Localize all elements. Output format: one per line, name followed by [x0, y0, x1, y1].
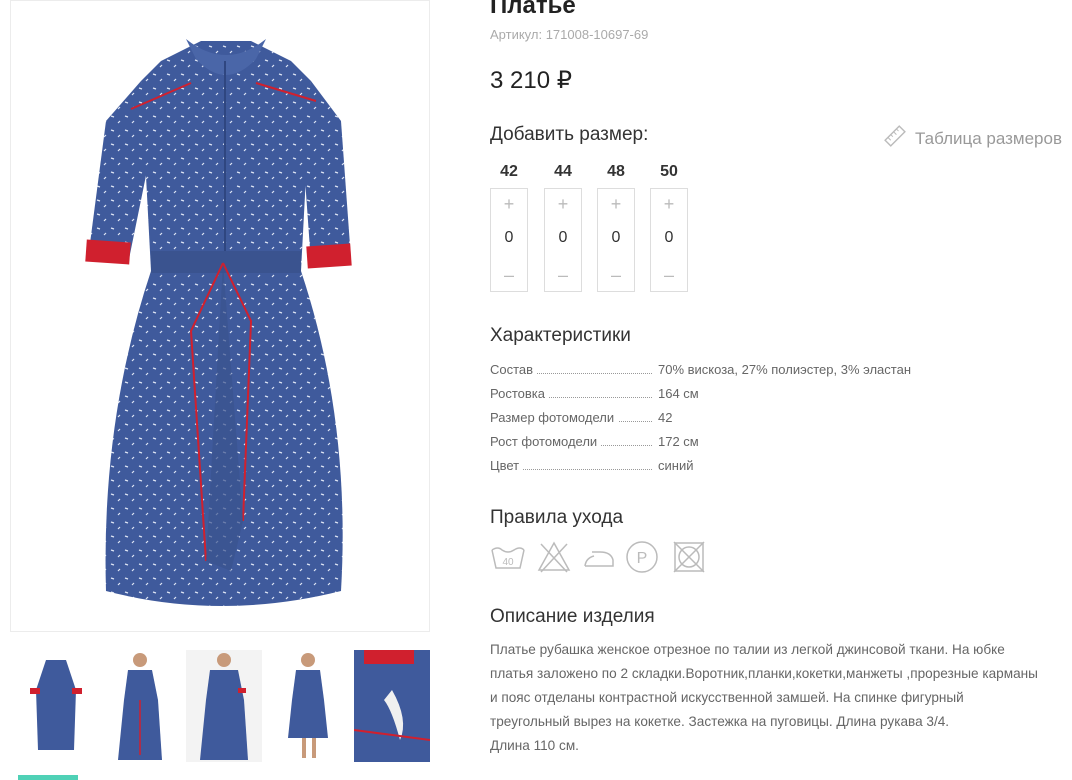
- characteristic-row: Рост фотомодели 172 см: [490, 430, 990, 454]
- size-label: 44: [554, 163, 572, 180]
- thumbnail-2[interactable]: [102, 650, 178, 762]
- decrement-button[interactable]: –: [545, 263, 581, 287]
- size-column-44: 44 + 0 –: [544, 160, 582, 292]
- size-column-48: 48 + 0 –: [597, 160, 635, 292]
- characteristic-row: Ростовка 164 см: [490, 382, 990, 406]
- size-label: 48: [607, 163, 625, 180]
- thumbnail-1[interactable]: [18, 650, 94, 762]
- product-price: 3 210 ₽: [490, 67, 572, 94]
- characteristics-heading: Характеристики: [490, 325, 631, 346]
- description-line: Длина 110 см.: [490, 738, 579, 753]
- decrement-button[interactable]: –: [491, 263, 527, 287]
- characteristic-name: Состав: [490, 358, 538, 382]
- characteristic-row: Состав 70% вискоза, 27% полиэстер, 3% эл…: [490, 358, 990, 382]
- quantity-value[interactable]: 0: [545, 229, 581, 247]
- wash-temperature: 40: [502, 557, 514, 568]
- product-title: Платье: [490, 0, 576, 19]
- description-line: и пояс отделаны контрастной искусственно…: [490, 690, 964, 705]
- product-description: Платье рубашка женское отрезное по талии…: [490, 638, 1070, 758]
- characteristic-name: Размер фотомодели: [490, 406, 619, 430]
- decrement-button[interactable]: –: [598, 263, 634, 287]
- quantity-stepper: + 0 –: [544, 188, 582, 292]
- size-label: 50: [660, 163, 678, 180]
- product-sku: Артикул: 171008-10697-69: [490, 27, 649, 42]
- description-line: Платье рубашка женское отрезное по талии…: [490, 642, 1005, 657]
- description-line: платья заложено по 2 складки.Воротник,пл…: [490, 666, 1038, 681]
- quantity-stepper: + 0 –: [650, 188, 688, 292]
- size-column-50: 50 + 0 –: [650, 160, 688, 292]
- characteristic-name: Цвет: [490, 454, 524, 478]
- quantity-stepper: + 0 –: [597, 188, 635, 292]
- thumbnail-strip: [18, 650, 438, 780]
- size-table-link[interactable]: Таблица размеров: [883, 124, 1062, 153]
- characteristic-value: синий: [658, 454, 694, 478]
- iron-icon: [582, 540, 616, 574]
- quantity-value[interactable]: 0: [598, 229, 634, 247]
- size-label: 42: [500, 163, 518, 180]
- characteristic-row: Размер фотомодели 42: [490, 406, 990, 430]
- quantity-value[interactable]: 0: [491, 229, 527, 247]
- characteristic-value: 42: [658, 406, 673, 430]
- dry-clean-p-icon: P: [625, 540, 659, 574]
- decrement-button[interactable]: –: [651, 263, 687, 287]
- quantity-stepper: + 0 –: [490, 188, 528, 292]
- thumbnail-5[interactable]: [354, 650, 430, 762]
- care-icons: 40 P: [490, 540, 730, 576]
- size-column-42: 42 + 0 –: [490, 160, 528, 292]
- thumbnail-4[interactable]: [270, 650, 346, 762]
- no-tumble-dry-icon: [672, 540, 706, 574]
- characteristics-list: Состав 70% вискоза, 27% полиэстер, 3% эл…: [490, 358, 990, 478]
- dry-clean-letter: P: [637, 550, 648, 567]
- ruler-icon: [883, 124, 907, 153]
- care-heading: Правила ухода: [490, 507, 624, 528]
- description-heading: Описание изделия: [490, 606, 655, 627]
- wash-40-icon: 40: [490, 540, 525, 574]
- description-line: треугольный вырез на кокетке. Застежка н…: [490, 714, 950, 729]
- characteristic-value: 164 см: [658, 382, 699, 406]
- characteristic-name: Ростовка: [490, 382, 549, 406]
- thumbnail-3[interactable]: [186, 650, 262, 762]
- characteristic-value: 172 см: [658, 430, 699, 454]
- quantity-value[interactable]: 0: [651, 229, 687, 247]
- size-selector: 42 + 0 – 44 + 0 – 48 + 0 – 50 + 0 –: [490, 160, 750, 300]
- increment-button[interactable]: +: [491, 192, 527, 216]
- characteristic-name: Рост фотомодели: [490, 430, 602, 454]
- main-product-image[interactable]: [10, 0, 430, 632]
- increment-button[interactable]: +: [651, 192, 687, 216]
- characteristic-row: Цвет синий: [490, 454, 990, 478]
- size-table-label: Таблица размеров: [915, 128, 1062, 148]
- increment-button[interactable]: +: [598, 192, 634, 216]
- add-size-heading: Добавить размер:: [490, 124, 649, 145]
- increment-button[interactable]: +: [545, 192, 581, 216]
- active-thumbnail-indicator: [18, 775, 78, 780]
- no-bleach-icon: [537, 540, 571, 574]
- characteristic-value: 70% вискоза, 27% полиэстер, 3% эластан: [658, 358, 911, 382]
